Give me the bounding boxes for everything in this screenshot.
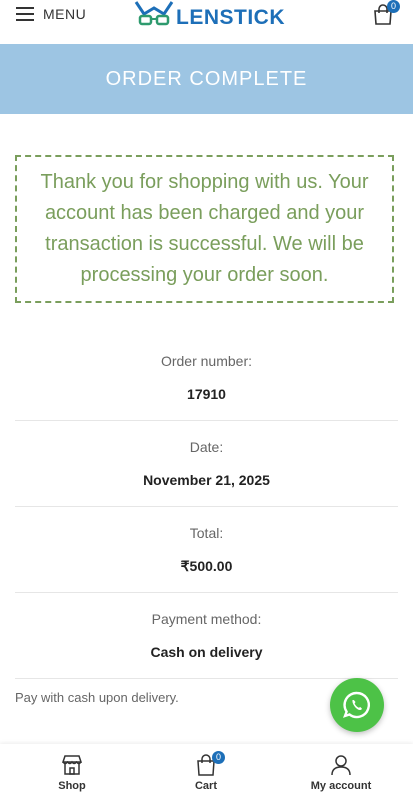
hamburger-icon bbox=[16, 7, 34, 21]
nav-shop-label: Shop bbox=[58, 780, 86, 792]
storefront-icon bbox=[61, 755, 83, 775]
order-date-label: Date: bbox=[189, 439, 224, 455]
site-header: MENU LENSTICK 0 bbox=[0, 0, 413, 44]
payment-method-label: Payment method: bbox=[151, 611, 262, 627]
order-number-label: Order number: bbox=[160, 353, 253, 369]
logo-text: LENSTICK bbox=[176, 6, 285, 29]
payment-method-value: Cash on delivery bbox=[150, 644, 263, 660]
order-number-row: Order number: 17910 bbox=[15, 340, 398, 421]
order-total-label: Total: bbox=[189, 525, 224, 541]
order-date-value: November 21, 2025 bbox=[143, 472, 270, 488]
nav-my-account[interactable]: My account bbox=[272, 744, 410, 800]
nav-cart-count-badge: 0 bbox=[212, 751, 225, 764]
nav-my-account-label: My account bbox=[310, 780, 372, 792]
whatsapp-icon bbox=[343, 691, 370, 719]
order-number-value: 17910 bbox=[187, 386, 226, 402]
order-success-notice: Thank you for shopping with us. Your acc… bbox=[15, 155, 394, 303]
user-icon bbox=[331, 755, 351, 776]
menu-button[interactable]: MENU bbox=[16, 3, 86, 25]
page-title-banner: ORDER COMPLETE bbox=[0, 44, 413, 114]
bottom-navigation: Shop 0 Cart My account bbox=[0, 744, 413, 800]
nav-cart-label: Cart bbox=[194, 780, 217, 792]
whatsapp-chat-button[interactable] bbox=[330, 678, 384, 732]
nav-shop[interactable]: Shop bbox=[3, 744, 141, 800]
nav-cart[interactable]: 0 Cart bbox=[137, 744, 275, 800]
payment-method-row: Payment method: Cash on delivery bbox=[15, 593, 398, 679]
order-success-message: Thank you for shopping with us. Your acc… bbox=[40, 171, 369, 286]
order-date-row: Date: November 21, 2025 bbox=[15, 421, 398, 507]
glasses-logo-icon bbox=[134, 1, 174, 26]
header-cart-count-badge: 0 bbox=[387, 0, 400, 13]
menu-label: MENU bbox=[43, 6, 87, 22]
order-total-value: ₹500.00 bbox=[180, 558, 233, 574]
page-title: ORDER COMPLETE bbox=[105, 67, 308, 90]
order-total-row: Total: ₹500.00 bbox=[15, 507, 398, 593]
header-cart-button[interactable]: 0 bbox=[372, 0, 400, 26]
payment-instructions: Pay with cash upon delivery. bbox=[15, 690, 179, 705]
site-logo[interactable]: LENSTICK bbox=[134, 0, 285, 34]
